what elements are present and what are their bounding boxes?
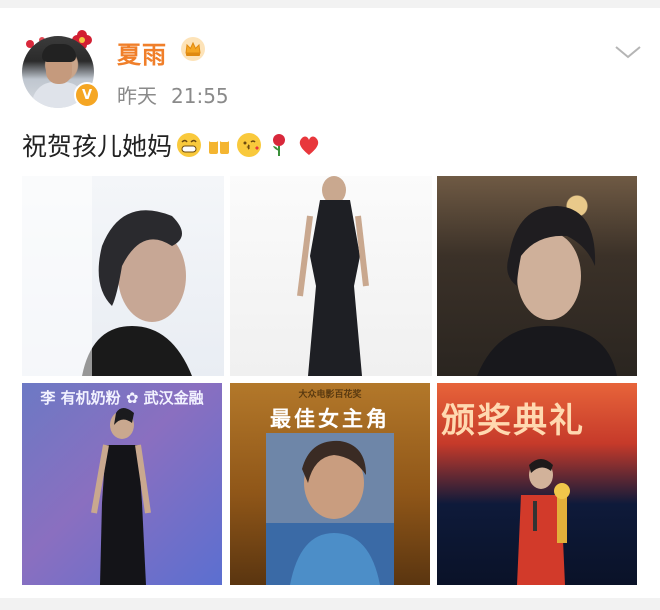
woman-portrait-image xyxy=(477,206,617,376)
post-text: 祝贺孩儿她妈 xyxy=(22,128,322,162)
vip-crown-icon xyxy=(181,37,205,61)
woman-profile-portrait-image xyxy=(22,176,192,376)
more-chevron-down-icon[interactable] xyxy=(612,42,644,62)
verified-badge-icon: V xyxy=(74,82,100,108)
photo-6[interactable]: 颁奖典礼 xyxy=(437,383,637,585)
woman-black-dress-image xyxy=(297,176,369,376)
username[interactable]: 夏雨 xyxy=(117,35,167,70)
woman-holding-trophy-image xyxy=(517,459,570,585)
photo-4-backdrop-text: 李 有机奶粉 ✿ 武汉金融 xyxy=(40,389,204,407)
woman-red-carpet-image xyxy=(91,408,151,585)
bottom-divider xyxy=(0,598,660,610)
movie-poster-image xyxy=(266,433,394,585)
photo-3[interactable] xyxy=(437,176,637,376)
rose-emoji-icon xyxy=(273,134,286,156)
cheers-emoji-icon xyxy=(209,138,230,154)
top-divider xyxy=(0,0,660,8)
post-clock: 21:55 xyxy=(171,84,229,108)
photo-5[interactable]: 大众电影百花奖 最佳女主角 xyxy=(230,383,430,585)
avatar[interactable]: V xyxy=(22,30,100,108)
grin-emoji-icon xyxy=(177,133,202,157)
post-text-content: 祝贺孩儿她妈 xyxy=(22,132,173,161)
heart-emoji-icon xyxy=(299,136,319,155)
photo-1[interactable] xyxy=(22,176,224,376)
kiss-emoji-icon xyxy=(237,133,262,157)
photo-2[interactable] xyxy=(230,176,432,376)
photo-4[interactable]: 李 有机奶粉 ✿ 武汉金融 xyxy=(22,383,222,585)
post-day: 昨天 xyxy=(117,84,157,108)
post-timestamp: 昨天 21:55 xyxy=(117,80,229,109)
